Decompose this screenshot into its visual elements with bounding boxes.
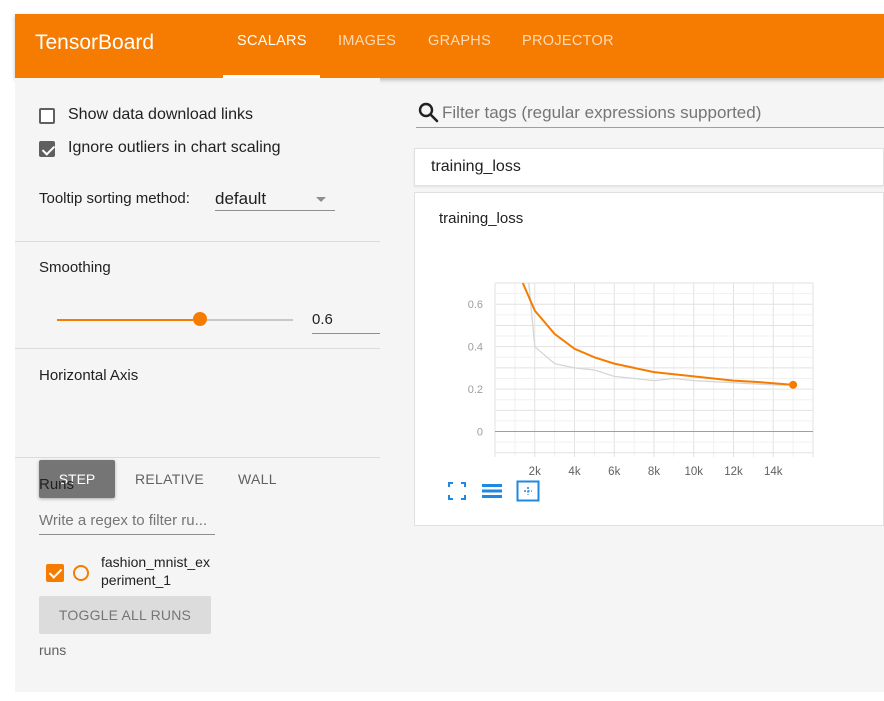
x-tick-label: 4k	[568, 466, 580, 478]
wall-button[interactable]: WALL	[238, 471, 277, 487]
chart-card: training_loss 0 0.2 0.4 0.6 2k 4k 6k 8k 10k 12k 14…	[414, 192, 884, 526]
tab-graphs[interactable]: GRAPHS	[428, 33, 491, 49]
horizontal-axis-label: Horizontal Axis	[39, 367, 139, 384]
top-app-bar: TensorBoard SCALARS IMAGES GRAPHS PROJEC…	[15, 14, 884, 78]
x-tick-label: 10k	[684, 466, 703, 478]
tab-projector[interactable]: PROJECTOR	[522, 33, 614, 49]
runs-filter-underline	[39, 534, 215, 535]
y-tick-label: 0.4	[468, 342, 483, 354]
smoothing-label: Smoothing	[39, 259, 111, 276]
toggle-all-runs-button[interactable]: TOGGLE ALL RUNS	[39, 596, 211, 634]
search-underline	[416, 127, 884, 128]
run-checkbox[interactable]	[46, 564, 64, 582]
show-download-links-label: Show data download links	[68, 106, 254, 123]
category-title: training_loss	[431, 158, 521, 175]
search-input[interactable]: Filter tags (regular expressions support…	[442, 103, 761, 123]
show-download-links-checkbox[interactable]	[39, 108, 55, 124]
sidebar: Show data download links Ignore outliers…	[15, 78, 380, 692]
x-tick-label: 12k	[724, 466, 743, 478]
x-tick-label: 14k	[764, 466, 783, 478]
app-title: TensorBoard	[35, 31, 155, 54]
smoothing-slider-fill[interactable]	[57, 319, 193, 321]
app-frame: TensorBoard SCALARS IMAGES GRAPHS PROJEC…	[15, 14, 884, 692]
tooltip-sorting-select[interactable]: default	[215, 189, 266, 209]
fullscreen-icon[interactable]	[447, 481, 467, 501]
main-panel: Filter tags (regular expressions support…	[380, 78, 884, 692]
fit-domain-icon[interactable]	[516, 480, 540, 502]
last-point-marker	[789, 380, 798, 389]
chevron-down-icon[interactable]	[316, 197, 326, 202]
relative-button[interactable]: RELATIVE	[135, 471, 204, 487]
runs-label: Runs	[39, 476, 75, 493]
smoothing-slider-track[interactable]	[207, 319, 293, 321]
category-header[interactable]: training_loss	[414, 148, 884, 186]
run-name-line-1: fashion_mnist_ex	[101, 554, 210, 570]
tab-images[interactable]: IMAGES	[338, 33, 396, 49]
tooltip-sorting-label: Tooltip sorting method:	[39, 190, 190, 207]
y-tick-label: 0	[477, 427, 483, 439]
tooltip-select-underline	[215, 210, 335, 211]
x-tick-label: 2k	[529, 466, 541, 478]
runs-filter-input[interactable]: Write a regex to filter ru...	[39, 512, 207, 529]
line-chart[interactable]: 0 0.2 0.4 0.6 2k 4k 6k 8k 10k 12k 14k	[415, 193, 883, 523]
runs-footer: runs	[39, 642, 67, 658]
x-tick-label: 6k	[608, 466, 620, 478]
y-tick-label: 0.6	[468, 299, 483, 311]
smoothed-loss-line	[521, 283, 794, 386]
x-tick-label: 8k	[648, 466, 660, 478]
divider	[15, 457, 380, 458]
search-icon	[418, 102, 439, 123]
y-tick-label: 0.2	[468, 384, 483, 396]
tab-scalars[interactable]: SCALARS	[237, 33, 307, 49]
smoothing-slider-knob[interactable]	[193, 312, 207, 326]
smoothing-input-underline	[312, 333, 380, 334]
run-name-line-2: periment_1	[101, 572, 172, 588]
divider	[15, 241, 380, 242]
divider	[15, 348, 380, 349]
ignore-outliers-label: Ignore outliers in chart scaling	[68, 139, 281, 156]
smoothing-value-input[interactable]: 0.6	[312, 311, 333, 328]
run-color-circle-icon[interactable]	[73, 565, 89, 581]
ignore-outliers-checkbox[interactable]	[39, 141, 55, 157]
toggle-log-scale-icon[interactable]	[481, 480, 503, 502]
